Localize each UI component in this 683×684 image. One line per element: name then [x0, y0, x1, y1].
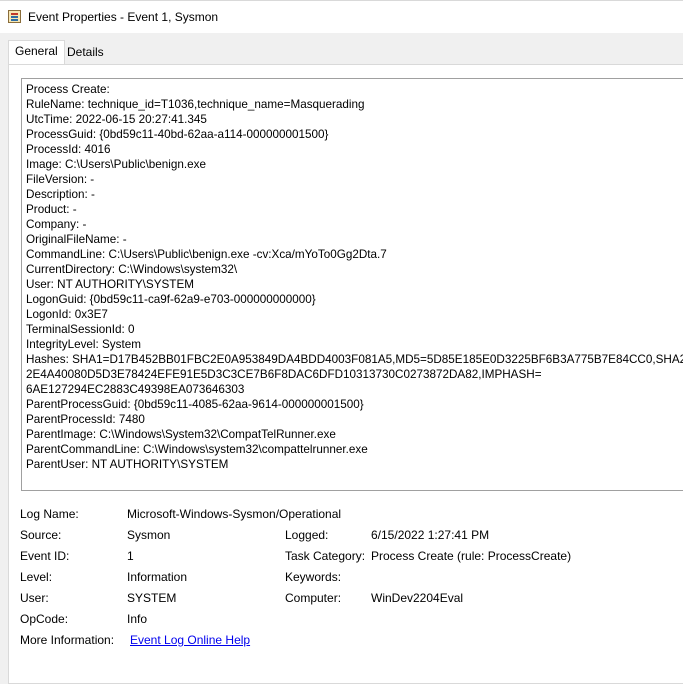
- description-line: ParentProcessId: 7480: [26, 413, 145, 426]
- log-name-label: Log Name:: [20, 507, 79, 521]
- description-line: 2E4A40080D5D3E78424EFE91E5D3C3CE7B6F8DAC…: [26, 368, 542, 381]
- description-line: ParentProcessGuid: {0bd59c11-4085-62aa-9…: [26, 398, 364, 411]
- opcode-value: Info: [127, 612, 148, 626]
- event-viewer-icon: [8, 10, 21, 23]
- computer-value: WinDev2204Eval: [371, 591, 464, 605]
- description-line: LogonId: 0x3E7: [26, 308, 108, 321]
- description-line: Image: C:\Users\Public\benign.exe: [26, 158, 206, 171]
- description-line: CurrentDirectory: C:\Windows\system32\: [26, 263, 238, 276]
- tab-general[interactable]: General: [8, 40, 65, 64]
- tab-details[interactable]: Details: [61, 43, 110, 63]
- description-line: IntegrityLevel: System: [26, 338, 141, 351]
- window-title: Event Properties - Event 1, Sysmon: [28, 10, 219, 24]
- source-label: Source:: [20, 528, 62, 542]
- user-value: SYSTEM: [127, 591, 177, 605]
- computer-label: Computer:: [285, 591, 342, 605]
- description-line: OriginalFileName: -: [26, 233, 127, 246]
- description-line: UtcTime: 2022-06-15 20:27:41.345: [26, 113, 207, 126]
- event-log-online-help-link[interactable]: Event Log Online Help: [130, 633, 250, 647]
- logged-value: 6/15/2022 1:27:41 PM: [371, 528, 490, 542]
- description-line: LogonGuid: {0bd59c11-ca9f-62a9-e703-0000…: [26, 293, 316, 306]
- description-line: 6AE127294EC2883C49398EA073646303: [26, 383, 245, 396]
- opcode-label: OpCode:: [20, 612, 69, 626]
- description-line: CommandLine: C:\Users\Public\benign.exe …: [26, 248, 387, 261]
- description-line: User: NT AUTHORITY\SYSTEM: [26, 278, 194, 291]
- description-line: ParentUser: NT AUTHORITY\SYSTEM: [26, 458, 229, 471]
- more-information-label: More Information:: [20, 633, 115, 647]
- description-line: Product: -: [26, 203, 77, 216]
- event-id-label: Event ID:: [20, 549, 70, 563]
- log-name-value: Microsoft-Windows-Sysmon/Operational: [127, 507, 342, 521]
- description-line: ParentImage: C:\Windows\System32\CompatT…: [26, 428, 336, 441]
- level-label: Level:: [20, 570, 53, 584]
- source-value: Sysmon: [127, 528, 171, 542]
- description-line: Description: -: [26, 188, 95, 201]
- logged-label: Logged:: [285, 528, 329, 542]
- level-value: Information: [127, 570, 188, 584]
- description-line: FileVersion: -: [26, 173, 95, 186]
- description-line: Process Create:: [26, 83, 110, 96]
- description-line: ParentCommandLine: C:\Windows\system32\c…: [26, 443, 368, 456]
- description-line: Company: -: [26, 218, 87, 231]
- description-line: Hashes: SHA1=D17B452BB01FBC2E0A953849DA4…: [26, 353, 683, 366]
- user-label: User:: [20, 591, 49, 605]
- description-line: ProcessId: 4016: [26, 143, 111, 156]
- event-description-text: Process Create: RuleName: technique_id=T1…: [26, 82, 683, 472]
- description-line: TerminalSessionId: 0: [26, 323, 135, 336]
- task-category-label: Task Category:: [285, 549, 366, 563]
- event-description-box[interactable]: Process Create: RuleName: technique_id=T1…: [21, 78, 683, 491]
- title-bar[interactable]: Event Properties - Event 1, Sysmon: [0, 0, 683, 33]
- event-id-value: 1: [127, 549, 134, 563]
- description-line: ProcessGuid: {0bd59c11-40bd-62aa-a114-00…: [26, 128, 329, 141]
- description-line: RuleName: technique_id=T1036,technique_n…: [26, 98, 365, 111]
- keywords-label: Keywords:: [285, 570, 342, 584]
- task-category-value: Process Create (rule: ProcessCreate): [371, 549, 572, 563]
